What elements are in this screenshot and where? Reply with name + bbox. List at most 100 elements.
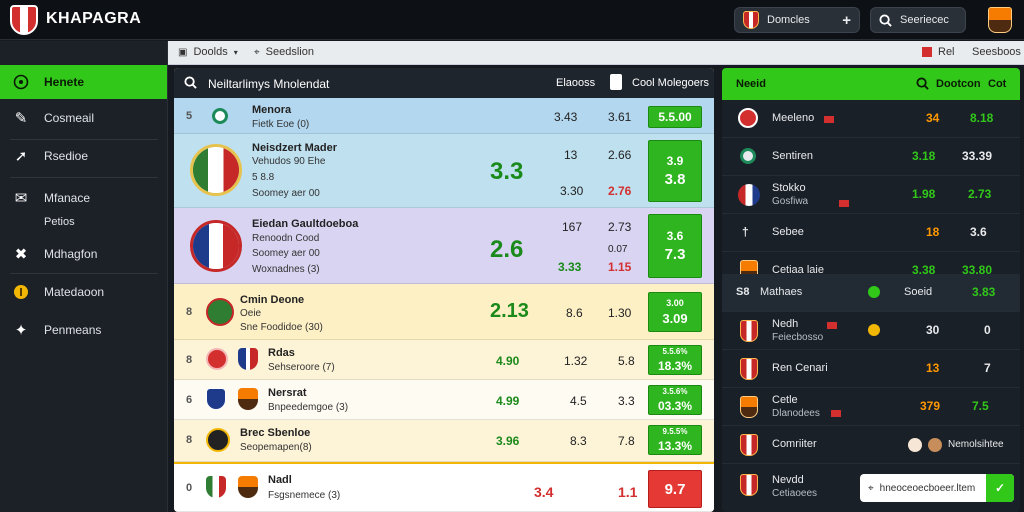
odds-button[interactable]: 3.5.6% 03.3%: [648, 385, 702, 415]
odds-value[interactable]: 1.1: [618, 484, 637, 500]
odds-value[interactable]: 4.5: [570, 394, 587, 408]
team-selector-label: Domcles: [767, 14, 810, 26]
odds-value[interactable]: 3.30: [560, 184, 583, 198]
odds-value[interactable]: 8.3: [570, 434, 587, 448]
odds-value[interactable]: 30: [926, 323, 939, 337]
odds-value[interactable]: 13: [564, 148, 577, 162]
odds-value[interactable]: 3.18: [912, 149, 935, 163]
odds-value[interactable]: 3.4: [534, 484, 553, 500]
team-name: Stokko: [772, 182, 806, 194]
odds-value[interactable]: 3.61: [608, 110, 631, 124]
live-search-label[interactable]: Dootcon: [936, 78, 981, 90]
live-extra-tab[interactable]: Cot: [988, 78, 1006, 90]
odds-value[interactable]: 4.99: [496, 394, 519, 408]
sidebar-item-rsedioe[interactable]: ➚ Rsedioe: [0, 139, 167, 173]
table-row[interactable]: Eiedan Gaultdoeboa Renoodn Cood Soomey a…: [174, 208, 714, 284]
odds-value[interactable]: 3.43: [554, 110, 577, 124]
odds-button[interactable]: 3.9 3.8: [648, 140, 702, 202]
selection-menu[interactable]: ⌖ Seedslion: [254, 46, 314, 58]
list-item[interactable]: Nedh Feiecbosso 30 0: [722, 312, 1020, 350]
search-box[interactable]: Seeriecec: [870, 7, 966, 33]
odds-value[interactable]: 13: [926, 361, 939, 375]
odds-button[interactable]: 5.5.6% 18.3%: [648, 345, 702, 375]
team-name: Cmin Deone: [240, 294, 305, 306]
odds-value[interactable]: 5.8: [618, 354, 635, 368]
odds-value[interactable]: 33.39: [962, 149, 992, 163]
odds-value[interactable]: 4.90: [496, 354, 519, 368]
list-item[interactable]: Cetle Dlanodees 379 7.5: [722, 388, 1020, 426]
odds-button[interactable]: 5.5.00: [648, 106, 702, 128]
highlight-odds[interactable]: 2.13: [490, 300, 529, 323]
odds-button[interactable]: 9.7: [648, 470, 702, 508]
region-toggle[interactable]: Rel: [922, 46, 955, 58]
plus-icon[interactable]: +: [842, 12, 851, 29]
odds-button[interactable]: 3.00 3.09: [648, 292, 702, 332]
odds-value[interactable]: 1.15: [608, 260, 631, 274]
odds-button-label: 13.3%: [657, 439, 693, 453]
odds-button[interactable]: 9.5.5% 13.3%: [648, 425, 702, 455]
table-row[interactable]: 5 Menora Fietk Eoe (0) 3.43 3.61 5.5.00: [174, 98, 714, 134]
search-icon[interactable]: [916, 77, 929, 90]
odds-value[interactable]: 18: [926, 225, 939, 239]
odds-value[interactable]: 0: [984, 323, 991, 337]
column-markets[interactable]: Cool Molegoers: [632, 77, 709, 89]
odds-value[interactable]: 2.66: [608, 148, 631, 162]
odds-value[interactable]: 2.76: [608, 184, 631, 198]
pitch-icon: [12, 73, 30, 91]
sidebar-item-cosmeail[interactable]: ✎ Cosmeail: [0, 101, 167, 135]
sidebar-item-penmeans[interactable]: ✦ Penmeans: [0, 313, 167, 347]
odds-value[interactable]: 8.6: [566, 306, 583, 320]
quick-search[interactable]: ⌖ hneoceoecboeer.ltem ✓: [860, 474, 1014, 502]
odds-value[interactable]: 3.33: [558, 260, 581, 274]
odds-value[interactable]: 7.8: [618, 434, 635, 448]
odds-value[interactable]: 167: [562, 220, 582, 234]
table-row[interactable]: Neisdzert Mader Vehudos 90 Ehe 5 8.8 Soo…: [174, 134, 714, 208]
list-item[interactable]: Stokko Gosfiwa 1.98 2.73: [722, 176, 1020, 214]
odds-value[interactable]: 3.96: [496, 434, 519, 448]
user-avatar[interactable]: [988, 7, 1012, 33]
highlight-odds[interactable]: 2.6: [490, 236, 523, 264]
column-odds[interactable]: Elaooss: [556, 77, 595, 89]
odds-value[interactable]: 3.6: [970, 225, 987, 239]
highlight-odds[interactable]: 3.3: [490, 158, 523, 186]
odds-value[interactable]: 0.07: [608, 244, 627, 255]
sidebar-item-petios[interactable]: Petios: [0, 205, 167, 239]
table-row[interactable]: 8 Cmin Deone Oeie Sne Foodidoe (30) 2.13…: [174, 284, 714, 340]
table-row[interactable]: 8 Rdas Sehseroore (7) 4.90 1.32 5.8 5.5.…: [174, 340, 714, 380]
odds-value[interactable]: 3.83: [972, 285, 995, 299]
team-info: Renoodn Cood: [252, 233, 320, 244]
odds-value[interactable]: 1.98: [912, 187, 935, 201]
odds-button[interactable]: 3.6 7.3: [648, 214, 702, 278]
submit-icon[interactable]: ✓: [986, 474, 1014, 502]
table-row[interactable]: 8 Brec Sbenloe Seopemapen(8) 3.96 8.3 7.…: [174, 420, 714, 462]
table-row[interactable]: 0 Nadl Fsgsnemece (3) 3.4 1.1 9.7: [174, 462, 714, 512]
odds-value[interactable]: 7.5: [972, 399, 989, 413]
sidebar-item-matedaoon[interactable]: Matedaoon: [0, 275, 167, 309]
list-item[interactable]: Sentiren 3.18 33.39: [722, 138, 1020, 176]
sidebar-item-home[interactable]: Henete: [0, 65, 167, 99]
live-panel-header: Neeid Dootcon Cot: [722, 68, 1020, 100]
live-panel: Neeid Dootcon Cot Meeleno 34 8.18 Sentir…: [722, 68, 1020, 512]
odds-value[interactable]: 34: [926, 111, 939, 125]
odds-value[interactable]: 7: [984, 361, 991, 375]
list-item[interactable]: Comriiter Nemolsihtee: [722, 426, 1020, 464]
section-header[interactable]: S8 Mathaes Soeid 3.83: [722, 274, 1020, 312]
settings-link[interactable]: Seesboos: [972, 46, 1021, 58]
odds-value[interactable]: 1.30: [608, 306, 631, 320]
brand-logo[interactable]: [10, 5, 38, 35]
odds-value[interactable]: 3.3: [618, 394, 635, 408]
list-item[interactable]: † Sebee 18 3.6: [722, 214, 1020, 252]
search-icon[interactable]: [184, 76, 197, 89]
table-row[interactable]: 6 Nersrat Bnpeedemgoe (3) 4.99 4.5 3.3 3…: [174, 380, 714, 420]
sidebar-item-mdhagfon[interactable]: ✖ Mdhagfon: [0, 237, 167, 271]
odds-value[interactable]: 8.18: [970, 111, 993, 125]
odds-value[interactable]: 1.32: [564, 354, 587, 368]
list-item[interactable]: Ren Cenari 13 7: [722, 350, 1020, 388]
view-menu[interactable]: ▣ Doolds ▾: [178, 46, 238, 58]
odds-button-label: 18.3%: [657, 359, 693, 373]
odds-value[interactable]: 379: [920, 399, 940, 413]
list-item[interactable]: Meeleno 34 8.18: [722, 100, 1020, 138]
odds-value[interactable]: 2.73: [968, 187, 991, 201]
odds-value[interactable]: 2.73: [608, 220, 631, 234]
team-selector[interactable]: Domcles +: [734, 7, 860, 33]
